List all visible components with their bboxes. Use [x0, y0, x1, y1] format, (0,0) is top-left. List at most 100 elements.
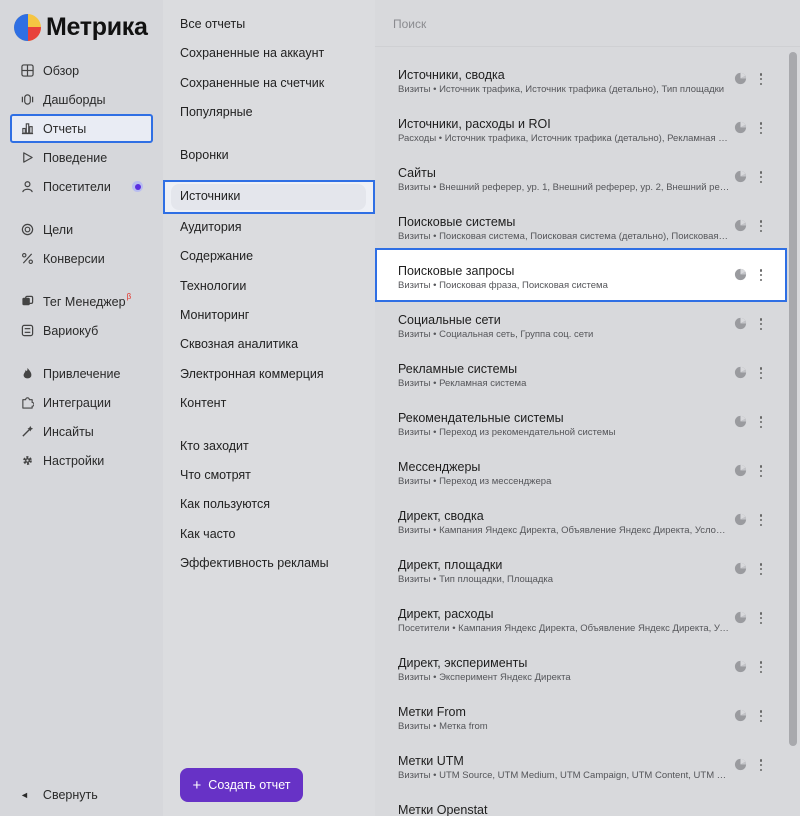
report-row[interactable]: Метки From Визиты • Метка from: [375, 687, 787, 735]
pie-chart-icon[interactable]: [734, 562, 747, 575]
more-options-icon[interactable]: [757, 659, 765, 675]
sidebar-item-goals[interactable]: Цели: [10, 215, 153, 244]
pie-chart-icon[interactable]: [734, 317, 747, 330]
more-options-icon[interactable]: [757, 414, 765, 430]
sidebar-item-label: Отчеты: [43, 121, 87, 136]
report-row[interactable]: Источники, сводка Визиты • Источник трафи…: [375, 50, 787, 98]
category-monitoring[interactable]: Мониторинг: [180, 306, 249, 324]
sidebar-item-overview[interactable]: Обзор: [10, 56, 153, 85]
pie-chart-icon[interactable]: [734, 464, 747, 477]
sidebar-item-varioqub[interactable]: Вариокуб: [10, 316, 153, 345]
category-content-2[interactable]: Контент: [180, 394, 226, 412]
target-icon: [20, 223, 34, 237]
category-audience[interactable]: Аудитория: [180, 218, 242, 236]
more-options-icon[interactable]: [757, 267, 765, 283]
scrollbar[interactable]: [789, 52, 797, 746]
pie-chart-icon[interactable]: [734, 513, 747, 526]
logo-text: Метрика: [46, 12, 148, 41]
sidebar-item-label: Тег Менеджер: [43, 294, 126, 309]
pie-chart-icon[interactable]: [734, 709, 747, 722]
category-end-to-end-analytics[interactable]: Сквозная аналитика: [180, 335, 298, 353]
report-row[interactable]: Источники, расходы и ROI Расходы • Источн…: [375, 99, 787, 147]
sidebar-item-insights[interactable]: Инсайты: [10, 417, 153, 446]
report-subtitle: Визиты • Переход из рекомендательной сис…: [398, 427, 616, 438]
sidebar-item-settings[interactable]: Настройки: [10, 446, 153, 475]
pie-chart-icon[interactable]: [734, 219, 747, 232]
category-all-reports[interactable]: Все отчеты: [180, 15, 245, 33]
varioqub-icon: [20, 324, 34, 338]
category-sources[interactable]: Источники: [163, 180, 375, 214]
category-sources-label: Источники: [180, 189, 241, 203]
sidebar-item-tag-manager[interactable]: Тег Менеджер β: [10, 287, 153, 316]
report-row[interactable]: Директ, расходы Посетители • Кампания Янд…: [375, 589, 787, 637]
search-bar[interactable]: Поиск: [375, 0, 800, 47]
sidebar-item-integrations[interactable]: Интеграции: [10, 388, 153, 417]
sidebar-item-label: Обзор: [43, 63, 80, 78]
more-options-icon[interactable]: [757, 218, 765, 234]
pie-chart-icon[interactable]: [734, 366, 747, 379]
pie-chart-icon[interactable]: [734, 170, 747, 183]
category-technology[interactable]: Технологии: [180, 277, 246, 295]
more-options-icon[interactable]: [757, 757, 765, 773]
collapse-sidebar-button[interactable]: ◄ Свернуть: [20, 786, 98, 804]
report-row[interactable]: Директ, площадки Визиты • Тип площадки, П…: [375, 540, 787, 588]
more-options-icon[interactable]: [757, 512, 765, 528]
report-row[interactable]: Метки UTM Визиты • UTM Source, UTM Medium…: [375, 736, 787, 784]
pie-chart-icon[interactable]: [734, 660, 747, 673]
report-row[interactable]: Сайты Визиты • Внешний реферер, ур. 1, Вн…: [375, 148, 787, 196]
more-options-icon[interactable]: [757, 463, 765, 479]
report-title: Метки Openstat: [398, 803, 488, 816]
more-options-icon[interactable]: [757, 561, 765, 577]
report-row[interactable]: Поисковые запросы Визиты • Поисковая фраз…: [375, 248, 787, 302]
report-row[interactable]: Рекламные системы Визиты • Рекламная сист…: [375, 344, 787, 392]
sidebar-item-acquisition[interactable]: Привлечение: [10, 359, 153, 388]
more-options-icon[interactable]: [757, 169, 765, 185]
category-how-they-use[interactable]: Как пользуются: [180, 495, 270, 513]
more-options-icon[interactable]: [757, 71, 765, 87]
report-row[interactable]: Директ, сводка Визиты • Кампания Яндекс Д…: [375, 491, 787, 539]
category-how-often[interactable]: Как часто: [180, 525, 235, 543]
sidebar-item-reports[interactable]: Отчеты: [10, 114, 153, 143]
category-saved-account[interactable]: Сохраненные на аккаунт: [180, 44, 324, 62]
sidebar-item-label: Вариокуб: [43, 323, 99, 338]
category-content[interactable]: Содержание: [180, 247, 253, 265]
create-report-label: Создать отчет: [208, 778, 291, 792]
sidebar-item-dashboards[interactable]: Дашборды: [10, 85, 153, 114]
report-title: Метки From: [398, 705, 466, 719]
pie-chart-icon[interactable]: [734, 415, 747, 428]
more-options-icon[interactable]: [757, 365, 765, 381]
report-row[interactable]: Социальные сети Визиты • Социальная сеть,…: [375, 295, 787, 343]
pie-chart-icon[interactable]: [734, 758, 747, 771]
report-subtitle: Визиты • Поисковая фраза, Поисковая сист…: [398, 280, 608, 291]
pie-chart-icon[interactable]: [734, 268, 747, 281]
category-what-they-view[interactable]: Что смотрят: [180, 466, 251, 484]
category-funnels[interactable]: Воронки: [180, 146, 229, 164]
sidebar-item-visitors[interactable]: Посетители: [10, 172, 153, 201]
report-row[interactable]: Поисковые системы Визиты • Поисковая сист…: [375, 197, 787, 245]
category-ad-effectiveness[interactable]: Эффективность рекламы: [180, 554, 329, 572]
report-list-panel: Поиск Источники, сводка Визиты • Источник…: [375, 0, 800, 816]
more-options-icon[interactable]: [757, 610, 765, 626]
create-report-button[interactable]: + Создать отчет: [180, 768, 303, 802]
search-input[interactable]: Поиск: [393, 17, 426, 31]
sidebar-item-conversions[interactable]: Конверсии: [10, 244, 153, 273]
pie-chart-icon[interactable]: [734, 121, 747, 134]
category-ecommerce[interactable]: Электронная коммерция: [180, 365, 324, 383]
report-row[interactable]: Мессенджеры Визиты • Переход из мессендже…: [375, 442, 787, 490]
report-row[interactable]: Рекомендательные системы Визиты • Переход…: [375, 393, 787, 441]
more-options-icon[interactable]: [757, 120, 765, 136]
category-popular[interactable]: Популярные: [180, 103, 253, 121]
report-subtitle: Визиты • Эксперимент Яндекс Директа: [398, 672, 571, 683]
category-who-visits[interactable]: Кто заходит: [180, 437, 249, 455]
sidebar-item-behavior[interactable]: Поведение: [10, 143, 153, 172]
more-options-icon[interactable]: [757, 708, 765, 724]
pie-chart-icon[interactable]: [734, 611, 747, 624]
report-title: Поисковые запросы: [398, 264, 515, 278]
category-saved-counter[interactable]: Сохраненные на счетчик: [180, 74, 324, 92]
more-options-icon[interactable]: [757, 316, 765, 332]
report-title: Метки UTM: [398, 754, 464, 768]
report-row[interactable]: Директ, эксперименты Визиты • Эксперимент…: [375, 638, 787, 686]
logo[interactable]: Метрика: [14, 13, 148, 41]
report-row[interactable]: Метки Openstat: [375, 785, 787, 816]
pie-chart-icon[interactable]: [734, 72, 747, 85]
